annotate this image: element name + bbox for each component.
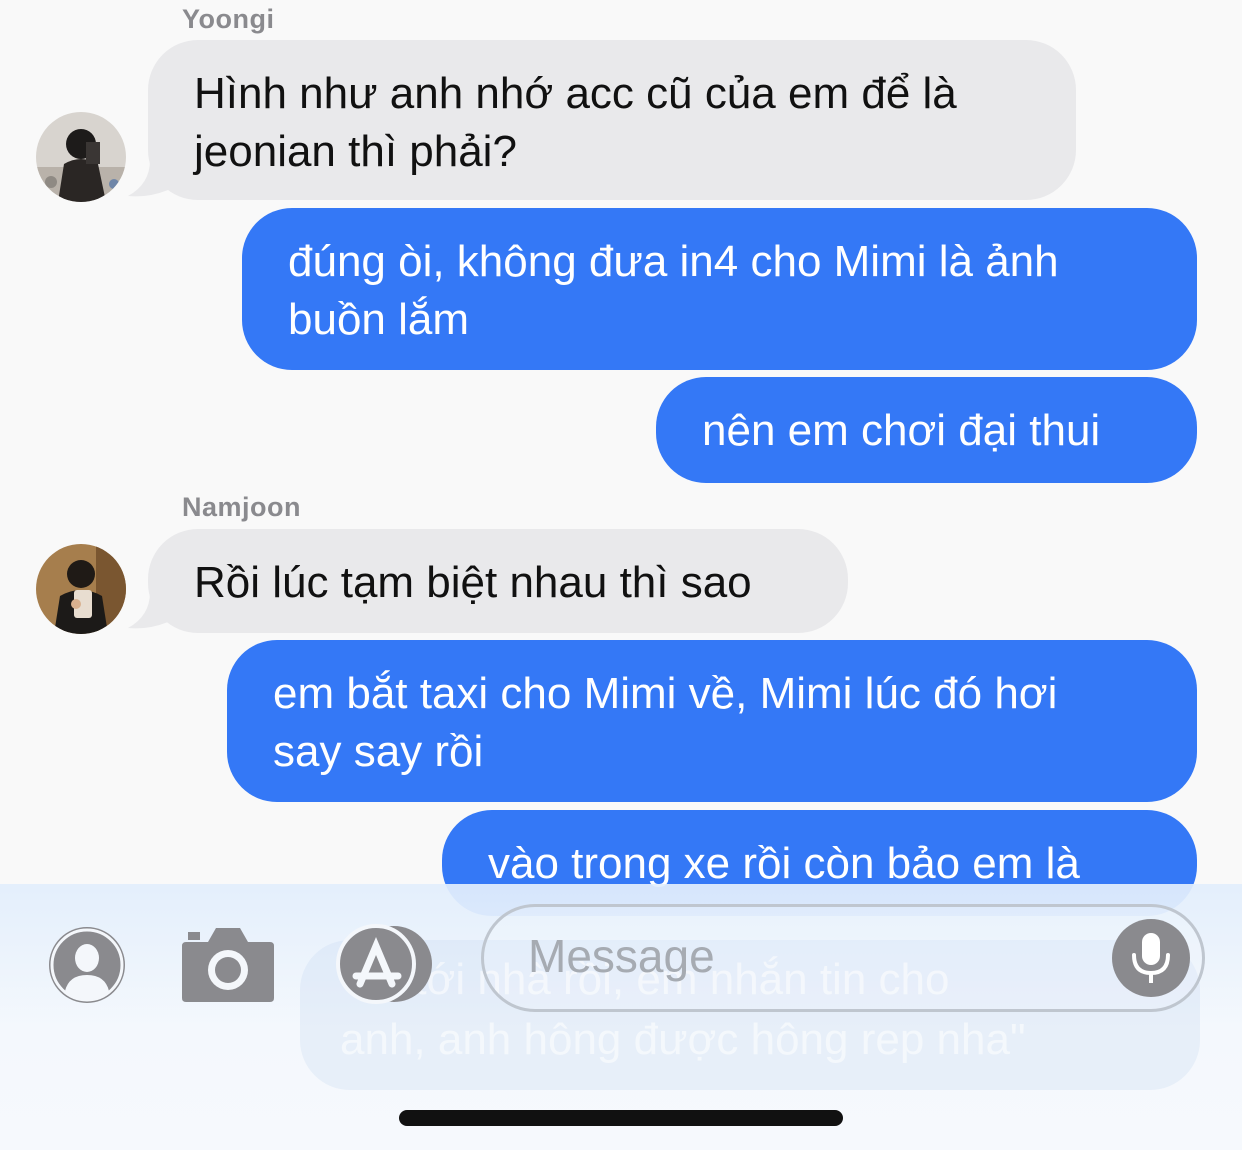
sender-name-namjoon: Namjoon [182,492,302,522]
outgoing-message[interactable]: nên em chơi đại thui [656,377,1197,483]
app-store-icon[interactable] [334,924,440,1009]
incoming-message[interactable]: Rồi lúc tạm biệt nhau thì sao [148,529,848,633]
sender-name-yoongi: Yoongi [182,4,275,34]
message-input[interactable]: Message [481,904,1205,1012]
camera-icon[interactable] [180,924,276,1009]
message-placeholder: Message [528,930,715,982]
avatar-yoongi[interactable] [36,112,126,202]
microphone-icon[interactable] [1112,919,1190,997]
contact-icon[interactable] [47,925,127,1010]
outgoing-message[interactable]: đúng òi, không đưa in4 cho Mimi là ảnh b… [242,208,1197,370]
avatar-namjoon[interactable] [36,544,126,634]
home-indicator[interactable] [399,1110,843,1126]
outgoing-message[interactable]: em bắt taxi cho Mimi về, Mimi lúc đó hơi… [227,640,1197,802]
incoming-message[interactable]: Hình như anh nhớ acc cũ của em để là jeo… [148,40,1076,200]
